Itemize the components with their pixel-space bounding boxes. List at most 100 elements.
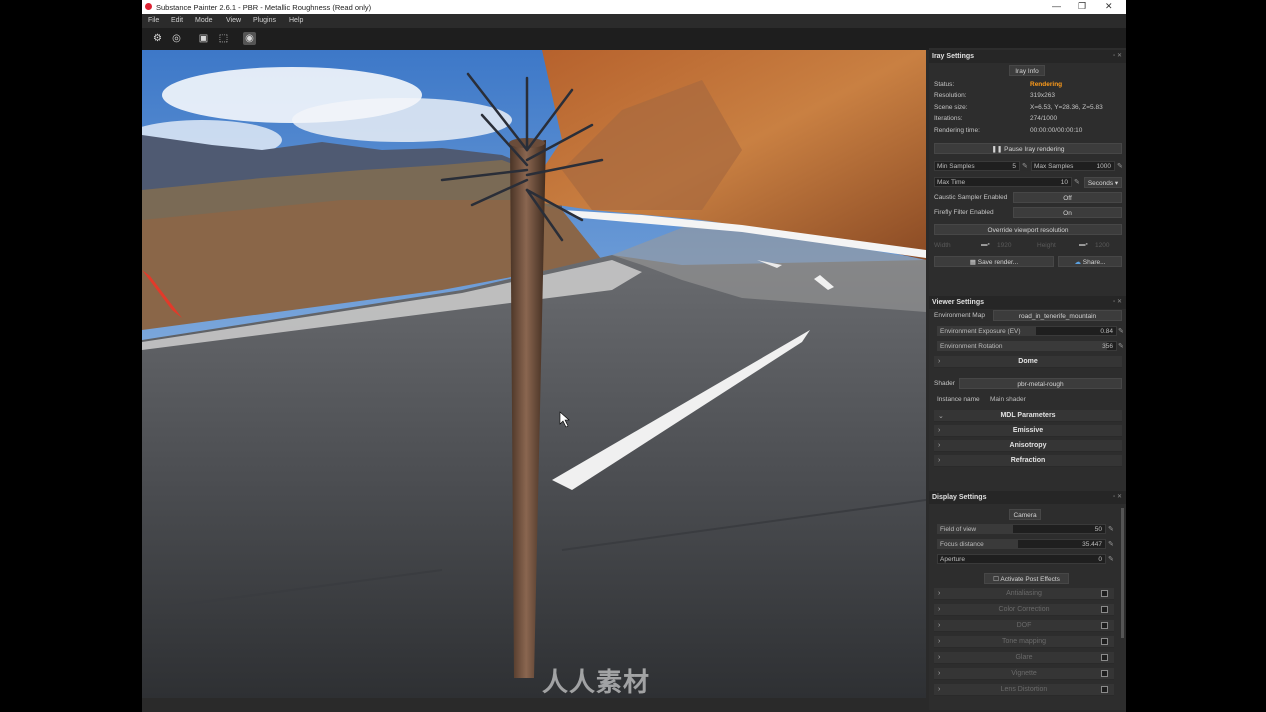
pencil-icon[interactable]: ✎ xyxy=(1108,541,1115,548)
aperture-slider[interactable]: Aperture 0 xyxy=(937,554,1106,564)
rendering-time-value: 00:00:00/00:00:10 xyxy=(1030,127,1083,134)
minimize-button[interactable]: — xyxy=(1052,1,1061,11)
display-settings-header[interactable]: Display Settings ▫ ✕ xyxy=(929,491,1126,504)
menu-file[interactable]: File xyxy=(148,17,159,24)
emissive-group[interactable]: › Emissive xyxy=(934,425,1122,437)
fov-value: 50 xyxy=(1094,526,1102,533)
resolution-value: 319x263 xyxy=(1030,92,1055,99)
effect-antialiasing[interactable]: › Antialiasing xyxy=(934,588,1114,600)
viewer-settings-header[interactable]: Viewer Settings ▫ ✕ xyxy=(929,296,1126,309)
width-stepper-icon[interactable]: ▬▪ xyxy=(981,241,990,248)
viewport-toolbar: ⚙ ◎ ▣ ⬚ ◉ xyxy=(142,28,1126,50)
effect-lens-distortion[interactable]: › Lens Distortion xyxy=(934,684,1114,696)
min-samples-label: Min Samples xyxy=(937,163,975,170)
menu-plugins[interactable]: Plugins xyxy=(253,17,276,24)
3d-viewport[interactable]: 人人素材 xyxy=(142,50,926,698)
effect-checkbox[interactable] xyxy=(1101,654,1108,661)
anisotropy-group[interactable]: › Anisotropy xyxy=(934,440,1122,452)
env-exposure-label: Environment Exposure (EV) xyxy=(940,328,1021,335)
share-button[interactable]: ☁ Share... xyxy=(1058,256,1122,267)
panel-scrollbar[interactable] xyxy=(1121,508,1124,638)
viewer-settings-title: Viewer Settings xyxy=(932,299,985,306)
effect-dof[interactable]: › DOF xyxy=(934,620,1114,632)
focus-distance-label: Focus distance xyxy=(940,541,984,548)
status-label: Status: xyxy=(934,81,955,88)
effect-checkbox[interactable] xyxy=(1101,590,1108,597)
fov-label: Field of view xyxy=(940,526,977,533)
min-samples-field[interactable]: Min Samples 5 xyxy=(934,161,1020,171)
maximize-button[interactable]: ❐ xyxy=(1078,1,1086,12)
focus-distance-value: 35.447 xyxy=(1082,541,1102,548)
environment-icon[interactable]: ◎ xyxy=(170,32,183,45)
pencil-icon[interactable]: ✎ xyxy=(1117,163,1124,170)
effect-checkbox[interactable] xyxy=(1101,638,1108,645)
pencil-icon[interactable]: ✎ xyxy=(1108,556,1115,563)
menu-help[interactable]: Help xyxy=(289,17,303,24)
effect-checkbox[interactable] xyxy=(1101,670,1108,677)
firefly-label: Firefly Filter Enabled xyxy=(934,209,994,216)
save-render-button[interactable]: ▦ Save render... xyxy=(934,256,1054,267)
window-title: Substance Painter 2.6.1 - PBR - Metallic… xyxy=(156,3,372,12)
layout-icon[interactable]: ⬚ xyxy=(217,32,230,45)
close-button[interactable]: ✕ xyxy=(1105,1,1113,12)
env-rotation-slider[interactable]: Environment Rotation 356 xyxy=(937,341,1117,351)
panel-float-close-icon[interactable]: ▫ ✕ xyxy=(1113,493,1122,500)
refraction-group[interactable]: › Refraction xyxy=(934,455,1122,467)
effect-label: Antialiasing xyxy=(1006,590,1042,597)
max-samples-label: Max Samples xyxy=(1034,163,1074,170)
anisotropy-label: Anisotropy xyxy=(1009,442,1047,449)
instance-name-field[interactable]: Main shader xyxy=(987,394,1122,404)
max-time-field[interactable]: Max Time 10 xyxy=(934,177,1072,187)
env-map-select[interactable]: road_in_tenerife_mountain xyxy=(993,310,1122,321)
width-label: Width xyxy=(934,242,951,249)
fov-slider[interactable]: Field of view 50 xyxy=(937,524,1106,534)
env-rotation-value: 356 xyxy=(1102,343,1113,350)
effect-glare[interactable]: › Glare xyxy=(934,652,1114,664)
pencil-icon[interactable]: ✎ xyxy=(1118,328,1125,335)
dome-group[interactable]: › Dome xyxy=(934,356,1122,368)
shader-label: Shader xyxy=(934,380,955,387)
override-resolution-button[interactable]: Override viewport resolution xyxy=(934,224,1122,235)
env-exposure-value: 0.84 xyxy=(1100,328,1113,335)
env-rotation-label: Environment Rotation xyxy=(940,343,1003,350)
render-display-icon[interactable]: ▣ xyxy=(197,32,210,45)
effect-color-correction[interactable]: › Color Correction xyxy=(934,604,1114,616)
effect-checkbox[interactable] xyxy=(1101,622,1108,629)
camera-settings-icon[interactable]: ⚙ xyxy=(151,32,164,45)
tab-camera[interactable]: Camera xyxy=(1009,509,1041,520)
effect-vignette[interactable]: › Vignette xyxy=(934,668,1114,680)
caustic-toggle[interactable]: Off xyxy=(1013,192,1122,203)
iray-settings-header[interactable]: Iray Settings ▫ ✕ xyxy=(929,50,1126,63)
pencil-icon[interactable]: ✎ xyxy=(1022,163,1029,170)
time-unit-select[interactable]: Seconds ▾ xyxy=(1084,177,1122,188)
env-map-label: Environment Map xyxy=(934,312,985,319)
env-exposure-slider[interactable]: Environment Exposure (EV) 0.84 xyxy=(937,326,1117,336)
height-stepper-icon[interactable]: ▬▪ xyxy=(1079,241,1088,248)
effect-tone-mapping[interactable]: › Tone mapping xyxy=(934,636,1114,648)
pencil-icon[interactable]: ✎ xyxy=(1108,526,1115,533)
panel-float-close-icon[interactable]: ▫ ✕ xyxy=(1113,52,1122,59)
menu-mode[interactable]: Mode xyxy=(195,17,213,24)
pause-iray-button[interactable]: ❚❚ Pause Iray rendering xyxy=(934,143,1122,154)
effect-checkbox[interactable] xyxy=(1101,606,1108,613)
activate-post-effects-button[interactable]: ☐ Activate Post Effects xyxy=(984,573,1069,584)
effect-label: Color Correction xyxy=(998,606,1050,613)
iray-icon[interactable]: ◉ xyxy=(243,32,256,45)
mdl-parameters-group[interactable]: ⌄ MDL Parameters xyxy=(934,410,1122,422)
menu-view[interactable]: View xyxy=(226,17,241,24)
shader-select[interactable]: pbr-metal-rough xyxy=(959,378,1122,389)
focus-distance-slider[interactable]: Focus distance 35.447 xyxy=(937,539,1106,549)
aperture-label: Aperture xyxy=(940,556,965,563)
menu-edit[interactable]: Edit xyxy=(171,17,183,24)
pencil-icon[interactable]: ✎ xyxy=(1074,179,1081,186)
tab-iray-info[interactable]: Iray Info xyxy=(1009,65,1045,76)
effect-checkbox[interactable] xyxy=(1101,686,1108,693)
application-window: Substance Painter 2.6.1 - PBR - Metallic… xyxy=(142,0,1126,712)
firefly-toggle[interactable]: On xyxy=(1013,207,1122,218)
max-samples-field[interactable]: Max Samples 1000 xyxy=(1031,161,1115,171)
panel-float-close-icon[interactable]: ▫ ✕ xyxy=(1113,298,1122,305)
effect-label: DOF xyxy=(1016,622,1032,629)
viewport-render xyxy=(142,50,926,698)
pencil-icon[interactable]: ✎ xyxy=(1118,343,1125,350)
chevron-down-icon: ▾ xyxy=(1113,180,1119,187)
